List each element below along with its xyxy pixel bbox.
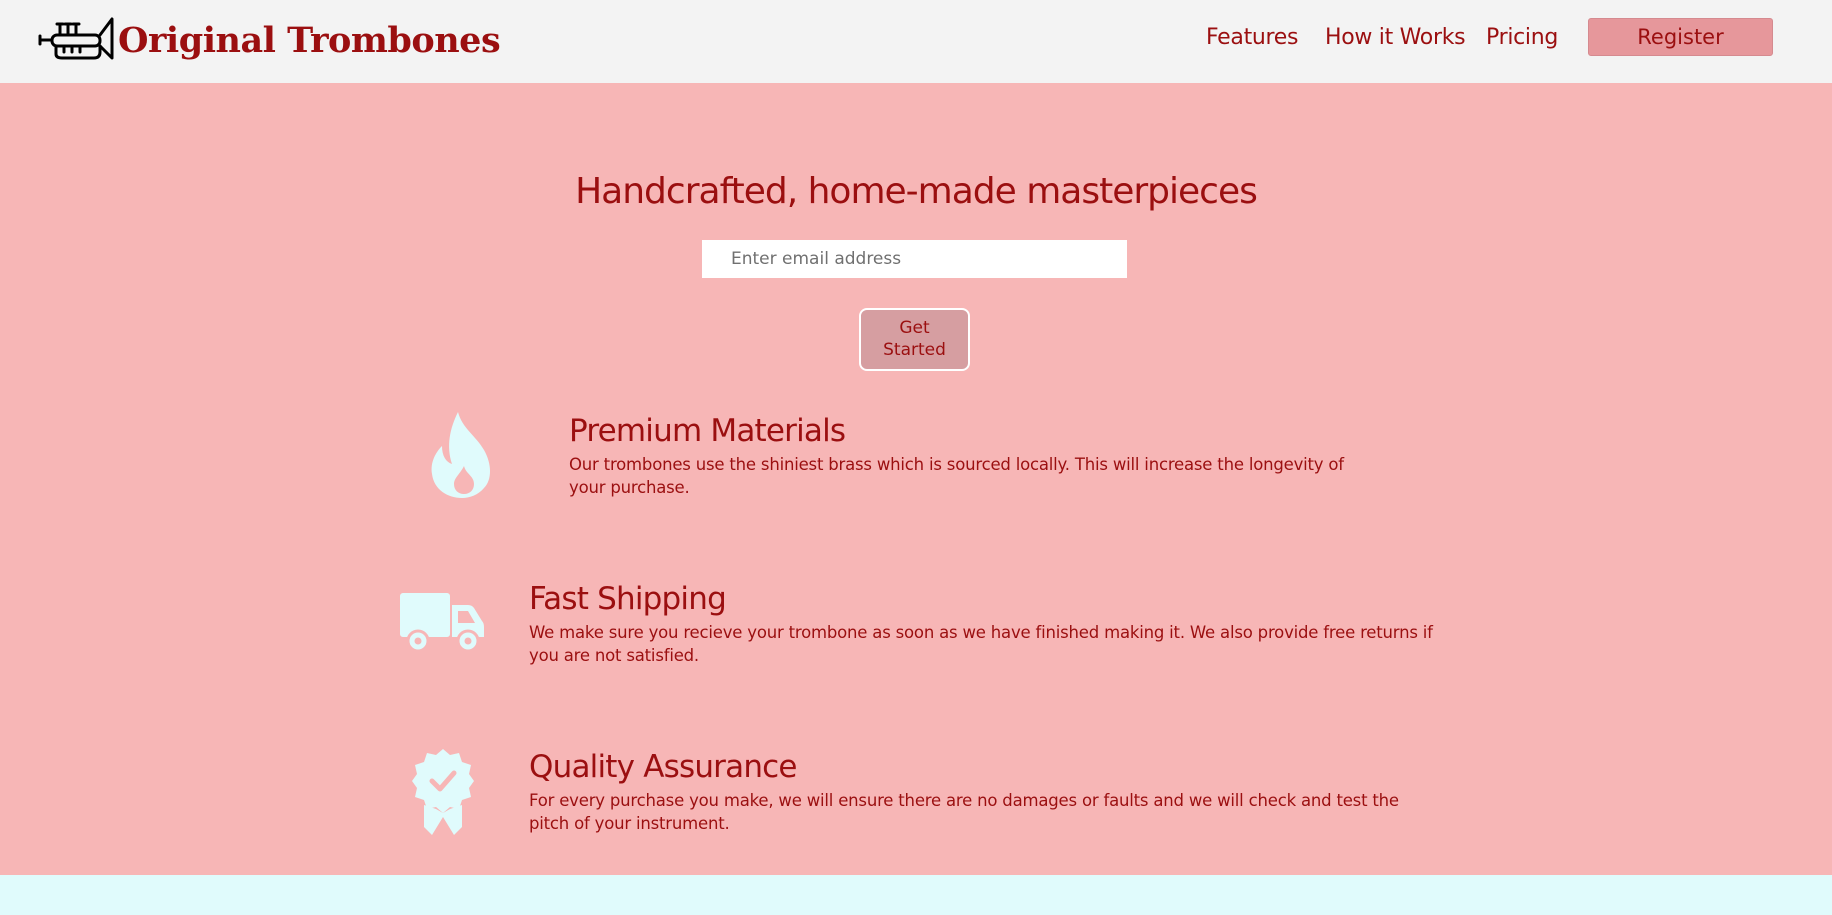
get-started-label-line2: Started [883,340,946,360]
feature-description: We make sure you recieve your trombone a… [529,623,1433,665]
register-button[interactable]: Register [1588,18,1773,56]
feature-title: Quality Assurance [529,749,797,785]
nav-link-features[interactable]: Features [1206,22,1299,54]
trumpet-icon[interactable] [38,16,114,62]
feature-title: Premium Materials [569,413,846,449]
hero-title: Handcrafted, home-made masterpieces [575,171,1258,212]
feature-description: Our trombones use the shiniest brass whi… [569,455,1344,497]
nav-link-how-it-works[interactable]: How it Works [1325,22,1466,54]
feature-description: For every purchase you make, we will ens… [529,791,1399,833]
certificate-icon [412,749,474,835]
get-started-button[interactable]: Get Started [859,308,970,371]
fire-icon [431,412,490,498]
truck-icon [400,593,484,653]
nav-link-pricing[interactable]: Pricing [1486,22,1558,54]
site-header: Original Trombones Features How it Works… [0,0,1832,83]
email-input[interactable] [702,240,1127,278]
brand-name[interactable]: Original Trombones [118,17,501,65]
feature-title: Fast Shipping [529,581,727,617]
get-started-label-line1: Get [899,318,930,338]
hero-section: Handcrafted, home-made masterpieces Get … [0,83,1832,875]
footer-strip [0,875,1832,915]
